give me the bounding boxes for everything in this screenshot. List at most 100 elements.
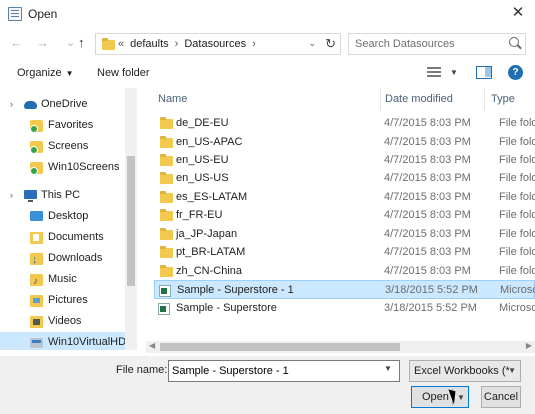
file-type: File folder	[499, 172, 535, 184]
sidebar-item-favorites[interactable]: Favorites	[0, 115, 125, 136]
file-row-selected[interactable]: Sample - Superstore - 1 3/18/2015 5:52 P…	[154, 280, 535, 299]
breadcrumb-separator[interactable]: ›	[252, 38, 256, 50]
file-type: File folder	[499, 246, 535, 258]
file-name-input[interactable]	[168, 360, 400, 382]
sidebar-item-screens[interactable]: Screens	[0, 136, 125, 157]
preview-pane-icon[interactable]	[476, 66, 492, 79]
file-name: ja_JP-Japan	[176, 228, 238, 240]
sidebar-item-onedrive[interactable]: › OneDrive	[0, 94, 125, 115]
column-divider[interactable]	[380, 88, 381, 110]
new-folder-button[interactable]: New folder	[97, 67, 150, 79]
search-placeholder: Search Datasources	[355, 38, 455, 50]
file-row[interactable]: Sample - Superstore 3/18/2015 5:52 PM Mi…	[154, 299, 535, 318]
file-row[interactable]: en_US-EU 4/7/2015 8:03 PM File folder	[154, 151, 535, 170]
sidebar-item-documents[interactable]: Documents	[0, 227, 125, 248]
back-button[interactable]: ←	[10, 36, 23, 50]
sidebar-item-label: OneDrive	[41, 98, 88, 110]
address-bar[interactable]: « defaults › Datasources › ⌄ ↻	[95, 33, 341, 55]
expander-icon[interactable]: ›	[10, 94, 13, 115]
file-type-filter[interactable]: Excel Workbooks (* ▼	[409, 360, 521, 382]
file-row[interactable]: ja_JP-Japan 4/7/2015 8:03 PM File folder	[154, 225, 535, 244]
folder-icon	[160, 265, 173, 277]
scroll-right-icon[interactable]: ▶	[526, 341, 532, 350]
file-name: Sample - Superstore	[176, 302, 277, 314]
expander-icon[interactable]: ›	[10, 185, 13, 206]
file-type: File folder	[499, 117, 535, 129]
forward-button[interactable]: →	[36, 36, 49, 50]
sidebar-item-videos[interactable]: Videos	[0, 311, 125, 332]
help-icon[interactable]: ?	[508, 65, 523, 80]
open-button[interactable]: Open ▼	[411, 386, 469, 408]
file-name-label: File name:	[116, 364, 168, 376]
music-icon	[30, 271, 43, 292]
breadcrumb: « defaults › Datasources ›	[118, 38, 262, 50]
file-name: en_US-APAC	[176, 136, 243, 148]
folder-icon	[160, 154, 173, 166]
breadcrumb-overflow[interactable]: «	[118, 38, 124, 50]
navigation-bar: ← → ⌄ ↑ « defaults › Datasources › ⌄ ↻ Searc…	[0, 30, 535, 58]
horizontal-scrollbar[interactable]: ◀ ▶	[146, 341, 535, 353]
excel-file-icon	[158, 303, 170, 315]
sidebar-item-label: Win10VirtualHD	[48, 336, 127, 348]
file-row[interactable]: fr_FR-EU 4/7/2015 8:03 PM File folder	[154, 206, 535, 225]
refresh-icon[interactable]: ↻	[325, 36, 336, 52]
sort-indicator-icon: ⌃	[262, 88, 269, 94]
file-row[interactable]: zh_CN-China 4/7/2015 8:03 PM File folder	[154, 262, 535, 281]
recent-locations-caret[interactable]: ⌄	[66, 36, 75, 50]
sidebar-item-this-pc[interactable]: › This PC	[0, 185, 125, 206]
column-divider[interactable]	[484, 88, 485, 110]
file-row[interactable]: es_ES-LATAM 4/7/2015 8:03 PM File folder	[154, 188, 535, 207]
sidebar-scrollbar[interactable]	[125, 88, 137, 350]
favorites-folder-icon	[30, 120, 43, 133]
title-bar: Open ✕	[0, 0, 535, 28]
open-button-label: Open	[422, 391, 449, 403]
breadcrumb-separator[interactable]: ›	[175, 38, 179, 50]
column-header-name[interactable]: Name	[158, 88, 187, 110]
folder-icon	[102, 38, 115, 50]
videos-icon	[30, 316, 43, 328]
file-name: en_US-EU	[176, 154, 229, 166]
sidebar-item-music[interactable]: Music	[0, 269, 125, 292]
file-row[interactable]: en_US-APAC 4/7/2015 8:03 PM File folder	[154, 133, 535, 152]
command-toolbar: Organize ▼ New folder ▼ ?	[0, 60, 535, 88]
file-row[interactable]: en_US-US 4/7/2015 8:03 PM File folder	[154, 169, 535, 188]
file-name: zh_CN-China	[176, 265, 243, 277]
sidebar-item-pictures[interactable]: Pictures	[0, 290, 125, 311]
breadcrumb-defaults[interactable]: defaults	[130, 38, 169, 50]
file-type: File folder	[499, 265, 535, 277]
file-type: File folder	[499, 209, 535, 221]
chevron-down-icon[interactable]: ▼	[384, 364, 392, 373]
sidebar-item-win10virtualhd[interactable]: Win10VirtualHD	[0, 332, 127, 350]
sidebar-item-win10screens[interactable]: Win10Screens	[0, 157, 125, 178]
view-options-icon[interactable]	[427, 67, 441, 79]
excel-file-icon	[159, 285, 171, 297]
file-row[interactable]: pt_BR-LATAM 4/7/2015 8:03 PM File folder	[154, 243, 535, 262]
file-row[interactable]: de_DE-EU 4/7/2015 8:03 PM File folder	[154, 114, 535, 133]
sidebar-item-downloads[interactable]: Downloads	[0, 248, 125, 271]
up-button[interactable]: ↑	[78, 36, 85, 50]
sidebar-item-label: Videos	[48, 315, 82, 327]
folder-icon	[160, 172, 173, 184]
close-button[interactable]: ✕	[507, 3, 529, 23]
scroll-left-icon[interactable]: ◀	[149, 341, 155, 350]
cancel-button[interactable]: Cancel	[481, 386, 521, 408]
file-name: fr_FR-EU	[176, 209, 223, 221]
file-type: File folder	[499, 228, 535, 240]
sidebar-item-desktop[interactable]: Desktop	[0, 206, 125, 227]
search-icon[interactable]	[509, 37, 519, 47]
column-header-type[interactable]: Type	[491, 88, 515, 110]
file-date: 4/7/2015 8:03 PM	[384, 117, 471, 129]
screens-folder-icon	[30, 141, 43, 154]
cloud-icon	[24, 101, 37, 109]
scrollbar-thumb[interactable]	[127, 156, 135, 286]
organize-menu[interactable]: Organize ▼	[17, 67, 74, 79]
scrollbar-thumb[interactable]	[160, 343, 400, 351]
desktop-icon	[30, 211, 43, 221]
address-dropdown-icon[interactable]: ⌄	[308, 38, 316, 49]
win10screens-folder-icon	[30, 162, 43, 175]
file-date: 4/7/2015 8:03 PM	[384, 172, 471, 184]
chevron-down-icon[interactable]: ▼	[450, 68, 458, 77]
search-input[interactable]: Search Datasources	[348, 33, 526, 55]
breadcrumb-datasources[interactable]: Datasources	[184, 38, 246, 50]
column-header-date-modified[interactable]: Date modified	[385, 88, 453, 110]
